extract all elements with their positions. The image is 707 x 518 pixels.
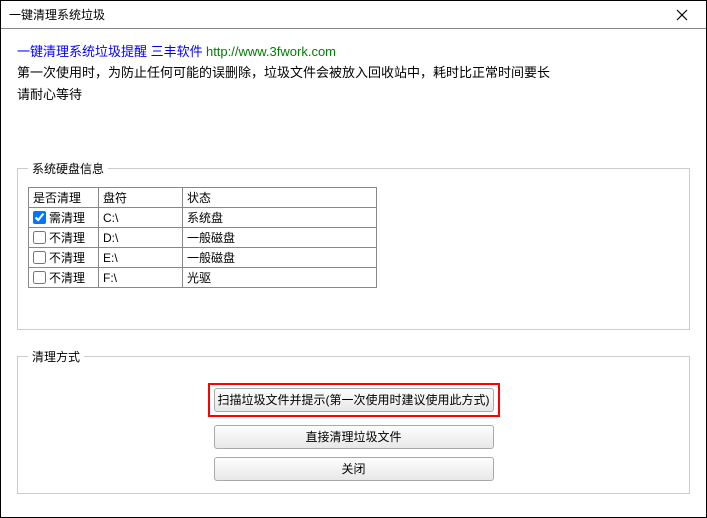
clean-label: 需清理 [49, 209, 85, 226]
window-title: 一键清理系统垃圾 [9, 6, 105, 23]
clean-mode-group: 清理方式 扫描垃圾文件并提示(第一次使用时建议使用此方式) 直接清理垃圾文件 关… [17, 348, 690, 494]
drive-cell: F:\ [99, 268, 183, 288]
clean-label: 不清理 [49, 229, 85, 246]
description-line1: 第一次使用时，为防止任何可能的误删除，垃圾文件会被放入回收站中，耗时比正常时间要… [17, 62, 690, 84]
table-row: 需清理 C:\系统盘 [29, 208, 377, 228]
clean-checkbox[interactable] [33, 211, 46, 224]
scan-button[interactable]: 扫描垃圾文件并提示(第一次使用时建议使用此方式) [214, 388, 494, 412]
drive-cell: D:\ [99, 228, 183, 248]
disk-info-legend: 系统硬盘信息 [28, 160, 108, 177]
description-line2: 请耐心等待 [17, 84, 690, 106]
drive-cell: E:\ [99, 248, 183, 268]
clean-mode-legend: 清理方式 [28, 348, 84, 365]
disk-info-group: 系统硬盘信息 是否清理 盘符 状态 需清理C:\系统盘不清理D:\一般磁盘不清理… [17, 160, 690, 330]
clean-label: 不清理 [49, 269, 85, 286]
drive-cell: C:\ [99, 208, 183, 228]
close-button[interactable]: 关闭 [214, 457, 494, 481]
table-row: 不清理 D:\一般磁盘 [29, 228, 377, 248]
disk-table: 是否清理 盘符 状态 需清理C:\系统盘不清理D:\一般磁盘不清理E:\一般磁盘… [28, 187, 377, 288]
table-row: 不清理 F:\光驱 [29, 268, 377, 288]
titlebar: 一键清理系统垃圾 [1, 1, 706, 29]
header-check: 是否清理 [29, 188, 99, 208]
clean-label: 不清理 [49, 249, 85, 266]
header-drive: 盘符 [99, 188, 183, 208]
status-cell: 一般磁盘 [183, 248, 377, 268]
header-line: 一键清理系统垃圾提醒 三丰软件 http://www.3fwork.com [17, 41, 690, 60]
table-row: 不清理 E:\一般磁盘 [29, 248, 377, 268]
header-blue-text: 一键清理系统垃圾提醒 三丰软件 [17, 44, 203, 59]
status-cell: 系统盘 [183, 208, 377, 228]
clean-checkbox[interactable] [33, 231, 46, 244]
header-url[interactable]: http://www.3fwork.com [206, 44, 336, 59]
clean-checkbox[interactable] [33, 251, 46, 264]
close-icon[interactable] [662, 3, 702, 27]
clean-checkbox[interactable] [33, 271, 46, 284]
highlight-box: 扫描垃圾文件并提示(第一次使用时建议使用此方式) [208, 383, 500, 417]
status-cell: 光驱 [183, 268, 377, 288]
direct-clean-button[interactable]: 直接清理垃圾文件 [214, 425, 494, 449]
status-cell: 一般磁盘 [183, 228, 377, 248]
header-status: 状态 [183, 188, 377, 208]
